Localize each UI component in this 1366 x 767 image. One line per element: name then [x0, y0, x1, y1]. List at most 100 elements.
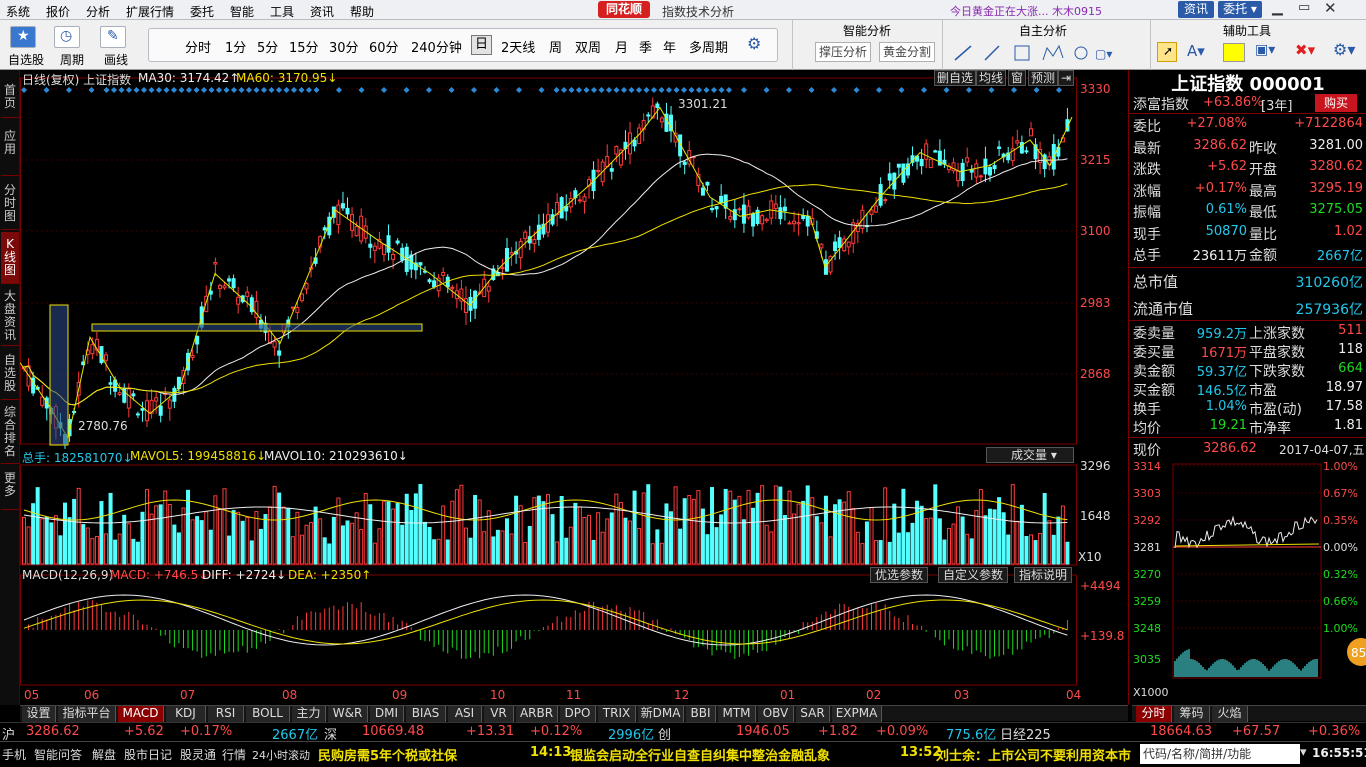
period-year[interactable]: 年 [663, 37, 676, 56]
menu-ext-quote[interactable]: 扩展行情 [126, 3, 174, 20]
period-day[interactable]: 日 [471, 35, 493, 55]
menu-smart[interactable]: 智能 [230, 3, 254, 20]
mark-tool-icon[interactable]: ▣▾ [1255, 42, 1275, 58]
del-watch-button[interactable]: 删自选 [934, 70, 977, 86]
tab-indicator[interactable]: BBI [686, 706, 716, 722]
menu-quote[interactable]: 报价 [46, 3, 70, 20]
ma-button[interactable]: 均线 [976, 70, 1007, 86]
tab-indicator[interactable]: 指标平台 [58, 706, 116, 722]
mobile-link[interactable]: 手机 [2, 746, 26, 763]
forecast-button[interactable]: 预测 [1028, 70, 1059, 86]
tab-indicator[interactable]: KDJ [166, 706, 206, 722]
period-15min[interactable]: 15分 [289, 37, 319, 56]
search-icon[interactable]: ▾ [1300, 745, 1307, 760]
period-5min[interactable]: 5分 [257, 37, 278, 56]
diary-link[interactable]: 股市日记 [124, 746, 172, 763]
custom-params-button[interactable]: 自定义参数 [938, 567, 1009, 583]
golden-section-button[interactable]: 黄金分割 [879, 42, 935, 62]
tab-indicator[interactable]: BOLL [246, 706, 290, 722]
menu-analysis[interactable]: 分析 [86, 3, 110, 20]
period-30min[interactable]: 30分 [329, 37, 359, 56]
period-60min[interactable]: 60分 [369, 37, 399, 56]
tab-indicator[interactable]: VR [484, 706, 514, 722]
search-input[interactable]: 代码/名称/简拼/功能 [1140, 744, 1300, 764]
tab-flame[interactable]: 火焰 [1212, 706, 1248, 722]
news-item[interactable]: 银监会启动全行业自查自纠集中整治金融乱象 [570, 745, 830, 764]
news-item[interactable]: 刘士余：上市公司不要利用资本市 [936, 745, 1136, 764]
text-tool-icon[interactable]: A▾ [1187, 42, 1205, 60]
intraday-chart[interactable]: 3314 1.00% 3303 0.67% 3292 0.35% 3281 0.00% 3270… [1129, 460, 1366, 704]
gear-icon[interactable]: ⚙ [747, 34, 761, 53]
nav-more[interactable]: 更多 [1, 466, 19, 510]
tab-timeshare[interactable]: 分时 [1136, 706, 1172, 722]
tab-indicator[interactable]: 主力 [292, 706, 326, 722]
star-icon[interactable]: ★ [10, 26, 36, 48]
cursor-icon[interactable]: ➚ [1157, 42, 1177, 62]
nav-kline[interactable]: K线图 [1, 232, 19, 284]
tab-indicator[interactable]: TRIX [598, 706, 636, 722]
period-quarter[interactable]: 季 [639, 37, 652, 56]
nav-market-info[interactable]: 大盘资讯 [1, 286, 19, 346]
watchlist-label[interactable]: 自选股 [8, 51, 44, 68]
period-1min[interactable]: 1分 [225, 37, 246, 56]
tab-indicator[interactable]: MTM [718, 706, 756, 722]
support-resist-button[interactable]: 撑压分析 [815, 42, 871, 62]
delete-icon[interactable]: ✖▾ [1295, 41, 1315, 59]
settings-icon[interactable]: ⚙▾ [1333, 40, 1355, 59]
tab-chips[interactable]: 筹码 [1174, 706, 1210, 722]
qa-link[interactable]: 智能问答 [34, 746, 82, 763]
menu-help[interactable]: 帮助 [350, 3, 374, 20]
color-swatch[interactable] [1223, 43, 1245, 62]
nav-ranking[interactable]: 综合排名 [1, 402, 19, 464]
window-button[interactable]: 窗 [1008, 70, 1027, 86]
minimize-icon[interactable]: ▁ [1272, 0, 1283, 16]
tab-indicator[interactable]: MACD [118, 706, 164, 722]
menu-system[interactable]: 系统 [6, 3, 30, 20]
tab-indicator[interactable]: ARBR [516, 706, 558, 722]
period-2week[interactable]: 双周 [575, 37, 601, 56]
draw-tools[interactable]: ▢▾ [949, 42, 1149, 64]
clock-icon[interactable]: ◷ [54, 26, 80, 48]
rolling-link[interactable]: 24小时滚动 [252, 747, 310, 763]
jiepan-link[interactable]: 解盘 [92, 746, 116, 763]
news-item[interactable]: 民购房需5年个税或社保 [318, 745, 457, 764]
chart-area[interactable]: 日线(复权) 上证指数 MA30: 3174.42↑ MA60: 3170.95… [20, 70, 1128, 705]
order-button[interactable]: 委托 ▾ [1218, 1, 1262, 18]
tab-indicator[interactable]: 设置 [22, 706, 56, 722]
tab-indicator[interactable]: W&R [328, 706, 368, 722]
volume-select[interactable]: 成交量 ▾ [986, 447, 1074, 463]
tab-indicator[interactable]: SAR [796, 706, 830, 722]
tab-indicator[interactable]: ASI [448, 706, 482, 722]
indicator-help-button[interactable]: 指标说明 [1014, 567, 1073, 583]
pen-icon[interactable]: ✎ [100, 26, 126, 48]
nav-timeshare[interactable]: 分时图 [1, 178, 19, 230]
buy-button[interactable]: 购买 [1315, 94, 1357, 112]
period-fenshi[interactable]: 分时 [185, 37, 211, 56]
top-news[interactable]: 今日黄金正在大涨... 木木0915 [950, 3, 1160, 19]
nav-home[interactable]: 首页 [1, 74, 19, 118]
quote-link[interactable]: 行情 [222, 746, 246, 763]
menu-order[interactable]: 委托 [190, 3, 214, 20]
draw-label[interactable]: 画线 [104, 51, 128, 68]
period-multi[interactable]: 多周期 [689, 37, 728, 56]
preferred-params-button[interactable]: 优选参数 [870, 567, 929, 583]
menu-info[interactable]: 资讯 [310, 3, 334, 20]
maximize-icon[interactable]: ▭ [1298, 0, 1310, 15]
tab-indicator[interactable]: EXPMA [832, 706, 882, 722]
close-icon[interactable]: ✕ [1324, 0, 1337, 17]
tab-indicator[interactable]: RSI [208, 706, 244, 722]
expand-icon[interactable]: ⇥ [1058, 70, 1075, 86]
kline-chart[interactable] [20, 70, 1128, 705]
nav-apps[interactable]: 应用 [1, 120, 19, 176]
tab-indicator[interactable]: BIAS [406, 706, 446, 722]
tab-indicator[interactable]: 新DMA [638, 706, 684, 722]
period-month[interactable]: 月 [615, 37, 628, 56]
nav-watchlist[interactable]: 自选股 [1, 348, 19, 400]
tab-indicator[interactable]: DMI [370, 706, 404, 722]
info-button[interactable]: 资讯 [1178, 1, 1214, 18]
tab-indicator[interactable]: OBV [758, 706, 794, 722]
lingtong-link[interactable]: 股灵通 [180, 746, 216, 763]
tab-indicator[interactable]: DPO [560, 706, 596, 722]
period-2day[interactable]: 2天线 [501, 37, 535, 56]
period-240min[interactable]: 240分钟 [411, 37, 462, 56]
